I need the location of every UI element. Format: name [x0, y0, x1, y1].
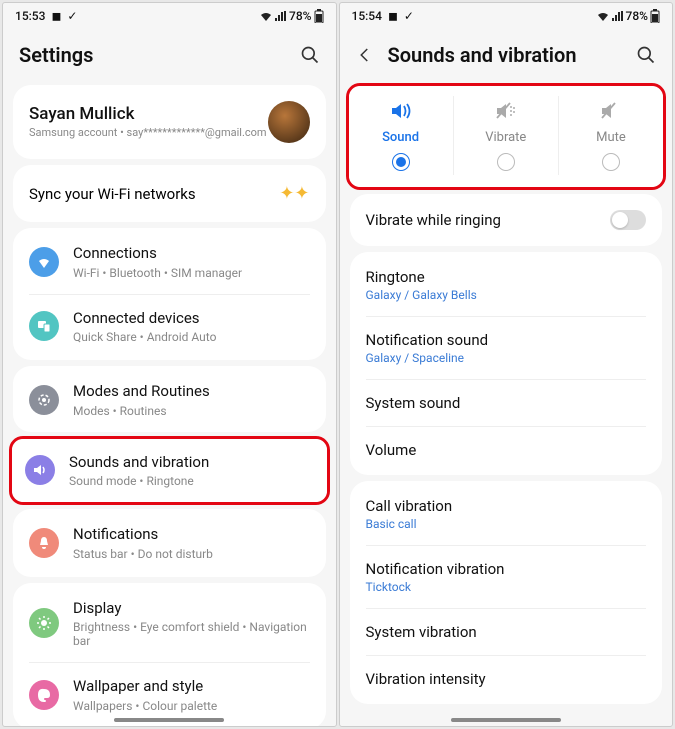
signal-icon — [275, 11, 287, 21]
radio-mute[interactable] — [602, 153, 620, 171]
vibration-card: Call vibration Basic call Notification v… — [350, 481, 663, 704]
wifi-circle-icon — [29, 247, 59, 277]
palette-icon — [29, 680, 59, 710]
highlight-modes: Sound Vibrate Mute — [346, 83, 667, 190]
battery-icon — [314, 9, 324, 23]
sound-icon — [25, 455, 55, 485]
bell-icon — [29, 528, 59, 558]
account-card[interactable]: Sayan Mullick Samsung account • say*****… — [13, 85, 326, 159]
time: 15:54 — [352, 9, 382, 23]
account-name: Sayan Mullick — [29, 104, 268, 124]
home-indicator[interactable] — [451, 718, 561, 722]
display-card: Display Brightness • Eye comfort shield … — [13, 583, 326, 728]
notif-card: Notifications Status bar • Do not distur… — [13, 509, 326, 577]
status-bar: 15:54 ◼ ✓ 78% — [340, 3, 673, 25]
battery-pct: 78% — [626, 9, 648, 23]
signal-icon — [612, 11, 624, 21]
search-icon[interactable] — [636, 45, 656, 65]
modes-icon — [29, 385, 59, 415]
sun-icon — [29, 608, 59, 638]
highlight-sounds: Sounds and vibration Sound mode • Ringto… — [9, 436, 330, 506]
back-icon[interactable] — [356, 46, 374, 64]
sync-card[interactable]: Sync your Wi-Fi networks ✦✦ — [13, 165, 326, 222]
vibrate-ring-card: Vibrate while ringing — [350, 194, 663, 246]
item-system-vibration[interactable]: System vibration — [350, 609, 663, 655]
mode-vibrate[interactable]: Vibrate — [454, 96, 559, 175]
home-indicator[interactable] — [114, 718, 224, 722]
wifi-icon — [259, 10, 273, 22]
mute-icon — [598, 100, 624, 122]
item-vibrate-ringing[interactable]: Vibrate while ringing — [350, 196, 663, 244]
account-sub: Samsung account • say*************@gmail… — [29, 126, 268, 140]
sound-on-icon — [388, 100, 414, 122]
modes-card: Modes and Routines Modes • Routines — [13, 366, 326, 432]
toggle-vibrate-ringing[interactable] — [610, 210, 646, 230]
vibrate-icon — [493, 100, 519, 122]
battery-icon — [650, 9, 660, 23]
battery-pct: 78% — [289, 9, 311, 23]
mode-sound[interactable]: Sound — [349, 96, 454, 175]
item-modes[interactable]: Modes and Routines Modes • Routines — [13, 368, 326, 432]
connections-card: Connections Wi-Fi • Bluetooth • SIM mana… — [13, 228, 326, 360]
item-notifications[interactable]: Notifications Status bar • Do not distur… — [13, 511, 326, 575]
header: Settings — [3, 25, 336, 79]
item-vibration-intensity[interactable]: Vibration intensity — [350, 656, 663, 702]
item-volume[interactable]: Volume — [350, 427, 663, 473]
sounds-screen: 15:54 ◼ ✓ 78% Sounds and vibration — [339, 2, 674, 727]
avatar[interactable] — [268, 101, 310, 143]
item-ringtone[interactable]: Ringtone Galaxy / Galaxy Bells — [350, 254, 663, 316]
settings-screen: 15:53 ◼ ✓ 78% Settings Sayan Mullick — [2, 2, 337, 727]
radio-vibrate[interactable] — [497, 153, 515, 171]
time: 15:53 — [15, 9, 45, 23]
item-notification-sound[interactable]: Notification sound Galaxy / Spaceline — [350, 317, 663, 379]
item-sounds[interactable]: Sounds and vibration Sound mode • Ringto… — [12, 439, 327, 503]
wifi-icon — [596, 10, 610, 22]
item-connected-devices[interactable]: Connected devices Quick Share • Android … — [13, 295, 326, 359]
notif-icon2: ✓ — [404, 9, 414, 23]
notif-icon: ◼ — [388, 9, 398, 23]
item-wallpaper[interactable]: Wallpaper and style Wallpapers • Colour … — [13, 663, 326, 727]
page-title: Sounds and vibration — [388, 43, 577, 67]
item-display[interactable]: Display Brightness • Eye comfort shield … — [13, 585, 326, 663]
search-icon[interactable] — [300, 45, 320, 65]
notif-icon: ◼ — [51, 9, 61, 23]
header: Sounds and vibration — [340, 25, 673, 79]
sparkles-icon: ✦✦ — [279, 183, 309, 204]
item-system-sound[interactable]: System sound — [350, 380, 663, 426]
radio-sound[interactable] — [392, 153, 410, 171]
sound-settings-card: Ringtone Galaxy / Galaxy Bells Notificat… — [350, 252, 663, 475]
page-title: Settings — [19, 43, 93, 67]
item-connections[interactable]: Connections Wi-Fi • Bluetooth • SIM mana… — [13, 230, 326, 294]
sound-mode-selector: Sound Vibrate Mute — [349, 86, 664, 187]
item-call-vibration[interactable]: Call vibration Basic call — [350, 483, 663, 545]
devices-icon — [29, 311, 59, 341]
sync-label: Sync your Wi-Fi networks — [29, 185, 196, 203]
status-bar: 15:53 ◼ ✓ 78% — [3, 3, 336, 25]
notif-icon2: ✓ — [67, 9, 77, 23]
mode-mute[interactable]: Mute — [559, 96, 663, 175]
item-notification-vibration[interactable]: Notification vibration Ticktock — [350, 546, 663, 608]
